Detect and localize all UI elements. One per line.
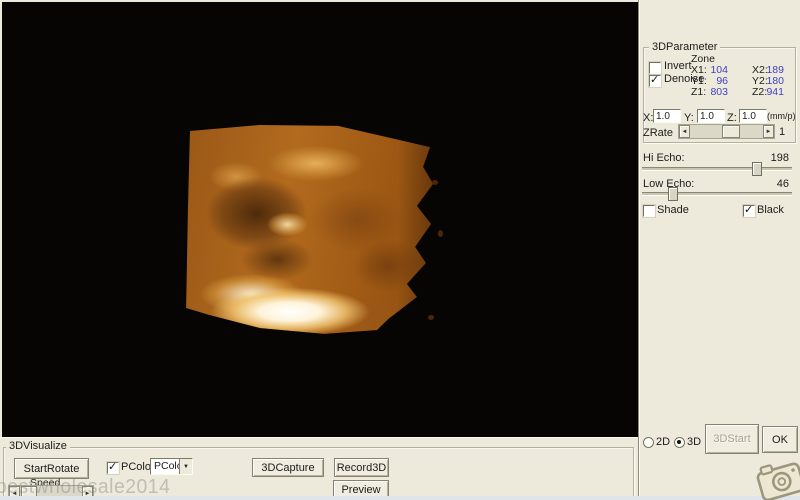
z-scale-input[interactable] <box>739 109 767 123</box>
x-scale-input[interactable] <box>653 109 681 123</box>
render-speck <box>438 230 443 237</box>
shade-label: Shade <box>657 204 689 216</box>
low-echo-slider-thumb[interactable] <box>668 187 678 201</box>
black-label: Black <box>757 204 784 216</box>
chevron-down-icon[interactable]: ▼ <box>179 459 192 474</box>
hi-echo-slider-thumb[interactable] <box>752 162 762 176</box>
mode-3d-label: 3D <box>687 436 702 448</box>
zone-z1-value: 803 <box>710 86 728 98</box>
x-scale-label: X: <box>643 112 654 124</box>
ok-button[interactable]: OK <box>762 426 798 453</box>
parameter-group-title: 3DParameter <box>649 41 721 53</box>
zrate-value: 1 <box>779 126 786 138</box>
mode-2d-label: 2D <box>656 436 671 448</box>
render-speck <box>428 315 434 320</box>
render-viewport[interactable] <box>2 2 638 437</box>
zrate-right-arrow-icon[interactable]: ► <box>763 125 774 138</box>
render-speck <box>432 180 438 185</box>
start3d-button[interactable]: 3DStart <box>705 424 759 454</box>
black-checkbox[interactable] <box>743 203 755 217</box>
zrate-left-arrow-icon[interactable]: ◄ <box>679 125 690 138</box>
z-scale-label: Z: <box>727 112 737 124</box>
shade-checkbox[interactable] <box>643 205 655 217</box>
seller-watermark-text: bestwholesale2014 <box>0 476 171 498</box>
record3d-button[interactable]: Record3D <box>334 458 389 477</box>
low-echo-slider-track[interactable] <box>642 192 792 196</box>
app-window: 3DParameter Invert Denoise Zone X1: 104 … <box>0 0 800 500</box>
zrate-scrollbar-thumb[interactable] <box>722 125 740 138</box>
zrate-scrollbar[interactable]: ◄ ► <box>678 124 775 139</box>
y-scale-label: Y: <box>684 112 694 124</box>
y-scale-input[interactable] <box>697 109 725 123</box>
pcolor-checkbox[interactable] <box>107 460 119 474</box>
low-echo-value: 46 <box>776 178 789 190</box>
mode-3d-radio[interactable] <box>674 437 685 448</box>
visualize-group-title: 3DVisualize <box>6 440 70 452</box>
denoise-checkbox[interactable] <box>649 73 661 87</box>
zrate-label: ZRate <box>643 127 673 139</box>
invert-label: Invert <box>664 60 692 72</box>
hi-echo-label: Hi Echo: <box>643 152 685 164</box>
voxel-unit-label: (mm/p) <box>767 111 796 121</box>
mode-2d-radio[interactable] <box>643 437 654 448</box>
zone-z2-value: 941 <box>766 86 784 98</box>
capture3d-button[interactable]: 3DCapture <box>252 458 324 477</box>
hi-echo-slider-track[interactable] <box>642 167 792 171</box>
parameter-panel: 3DParameter Invert Denoise Zone X1: 104 … <box>638 0 800 500</box>
ultrasound-3d-image <box>186 125 434 334</box>
pcolor-dropdown[interactable]: PColor ▼ <box>150 458 193 475</box>
